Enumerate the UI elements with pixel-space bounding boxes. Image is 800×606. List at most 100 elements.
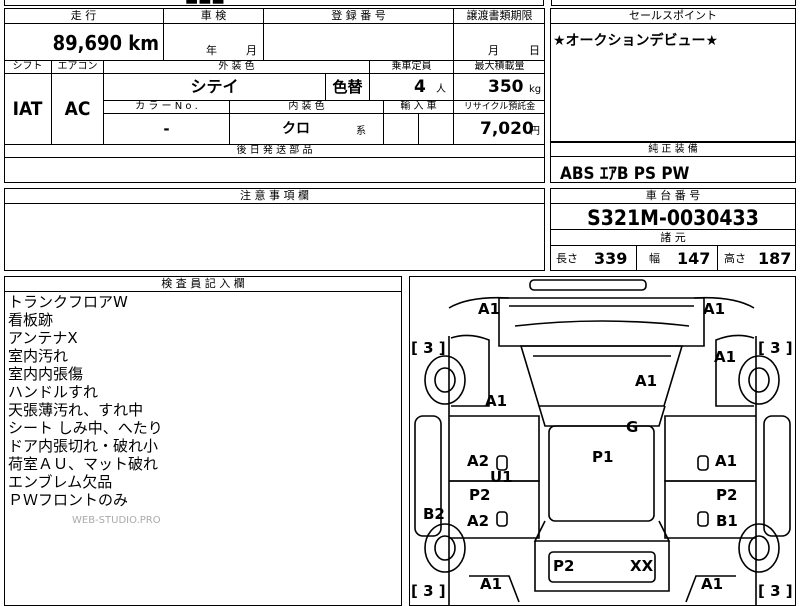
sales-point-box: [550, 8, 796, 142]
caution-header: 注 意 事 項 欄: [4, 188, 545, 204]
mileage-unit: km: [128, 31, 159, 55]
interior-color-value: クロ 系: [230, 114, 384, 144]
top-strip-right: [551, 0, 796, 6]
exterior-color-value: シテイ: [104, 74, 326, 100]
import-header: 輸 入 車: [384, 100, 454, 114]
recycle-header: リサイクル預託金: [454, 100, 545, 114]
damage-mark: A1: [478, 300, 501, 318]
transfer-docs-value: 月 日: [454, 24, 545, 60]
aircon-header: エアコン: [52, 60, 104, 74]
damage-mark: P2: [553, 557, 575, 575]
later-parts-header: 後 日 発 送 部 品: [4, 144, 545, 158]
equipment-value: ABS ｴｱB PS PW: [560, 164, 690, 184]
capacity-header: 乗車定員: [370, 60, 454, 74]
specs-height-value: 187: [758, 249, 792, 268]
interior-color-text: クロ: [282, 121, 310, 137]
chassis-value: S321M-0030433: [550, 204, 796, 230]
specs-width-label: 幅: [649, 252, 660, 265]
inspection-value: 年 月: [164, 24, 264, 60]
recycle-unit: 円: [530, 126, 540, 137]
import-value-2: [419, 114, 454, 144]
top-strip-text: ■■■: [185, 0, 225, 6]
specs-length-value: 339: [594, 249, 628, 268]
specs-width-value: 147: [677, 249, 711, 268]
inspection-month-unit: 月: [246, 44, 257, 57]
note-line: 天張薄汚れ、すれ中: [8, 401, 144, 419]
damage-mark: P1: [592, 448, 614, 466]
watermark: WEB-STUDIO.PRO: [72, 515, 161, 526]
specs-height-label: 高さ: [724, 252, 746, 265]
inspector-notes: トランクフロアW 看板跡 アンテナX 室内汚れ 室内内張傷 ハンドルすれ 天張薄…: [8, 293, 163, 509]
note-line: 室内内張傷: [8, 365, 84, 383]
interior-color-header: 内 装 色: [230, 100, 384, 114]
note-line: ドア内張切れ・破れ小: [8, 437, 159, 455]
bracket-mark: [ 3 ]: [411, 339, 446, 357]
inspection-header: 車 検: [164, 8, 264, 24]
max-load-number: 350: [488, 77, 524, 97]
top-strip: [4, 0, 544, 6]
damage-mark: U1: [490, 468, 513, 486]
specs-length-label: 長さ: [556, 252, 578, 265]
damage-mark: A1: [714, 348, 737, 366]
damage-mark: A1: [715, 452, 738, 470]
note-line: ＰＷフロントのみ: [8, 491, 129, 509]
note-line: アンテナX: [8, 329, 78, 347]
sales-point-text: ★オークションデビュー★: [553, 33, 719, 49]
shift-header: シフト: [4, 60, 52, 74]
damage-mark: A1: [701, 575, 724, 593]
aircon-value: AC: [52, 74, 104, 144]
note-line: トランクフロアW: [8, 293, 128, 311]
note-line: 看板跡: [8, 311, 54, 329]
shift-value: IAT: [4, 74, 52, 144]
damage-mark: A1: [485, 392, 508, 410]
interior-color-suffix: 系: [356, 126, 366, 137]
note-line: シート しみ中、へたり: [8, 419, 163, 437]
max-load-value: 350 kg: [454, 74, 545, 100]
recycle-value: 7,020 円: [454, 114, 545, 144]
specs-width: 幅 147: [637, 246, 718, 271]
color-no-header: カ ラ ー N o .: [104, 100, 230, 114]
inspector-header: 検 査 員 記 入 欄: [4, 276, 402, 292]
damage-mark: B2: [423, 505, 445, 523]
note-line: ハンドルすれ: [8, 383, 99, 401]
specs-header: 諸 元: [550, 230, 796, 246]
capacity-number: 4: [414, 77, 426, 97]
bracket-mark: [ 3 ]: [758, 582, 793, 600]
note-line: エンブレム欠品: [8, 473, 113, 491]
color-no-value: -: [104, 114, 230, 144]
damage-mark: A1: [635, 372, 658, 390]
damage-mark: A2: [467, 452, 490, 470]
sales-point-header: セールスポイント: [550, 8, 796, 24]
damage-mark: G: [626, 418, 639, 436]
damage-mark: A1: [480, 575, 503, 593]
damage-mark: A2: [467, 512, 490, 530]
note-line: 室内汚れ: [8, 347, 69, 365]
equipment-header: 純 正 装 備: [550, 142, 796, 157]
specs-length: 長さ 339: [550, 246, 637, 271]
car-diagram: [414, 279, 791, 606]
note-line: 荷室ＡＵ、マット破れ: [8, 455, 159, 473]
registration-header: 登 録 番 号: [264, 8, 454, 24]
damage-mark: XX: [630, 557, 654, 575]
registration-value: [264, 24, 454, 60]
damage-mark: P2: [469, 486, 491, 504]
import-value: [384, 114, 419, 144]
exterior-color-header: 外 装 色: [104, 60, 370, 74]
chassis-header: 車 台 番 号: [550, 188, 796, 204]
max-load-header: 最大積載量: [454, 60, 545, 74]
recycle-number: 7,020: [480, 119, 534, 139]
inspection-year-unit: 年: [206, 44, 217, 57]
damage-mark: B1: [716, 512, 738, 530]
capacity-value: 4 人: [370, 74, 454, 100]
damage-mark: P2: [716, 486, 738, 504]
bracket-mark: [ 3 ]: [758, 339, 793, 357]
mileage-number: 89,690: [52, 31, 123, 55]
mileage-header: 走 行: [4, 8, 164, 24]
color-change-value: 色替: [326, 74, 370, 100]
damage-mark: A1: [703, 300, 726, 318]
transfer-month-unit: 月: [488, 44, 499, 57]
transfer-docs-header: 譲渡書類期限: [454, 8, 545, 24]
specs-height: 高さ 187: [718, 246, 796, 271]
bracket-mark: [ 3 ]: [411, 582, 446, 600]
mileage-value: 89,690 km: [4, 24, 164, 60]
